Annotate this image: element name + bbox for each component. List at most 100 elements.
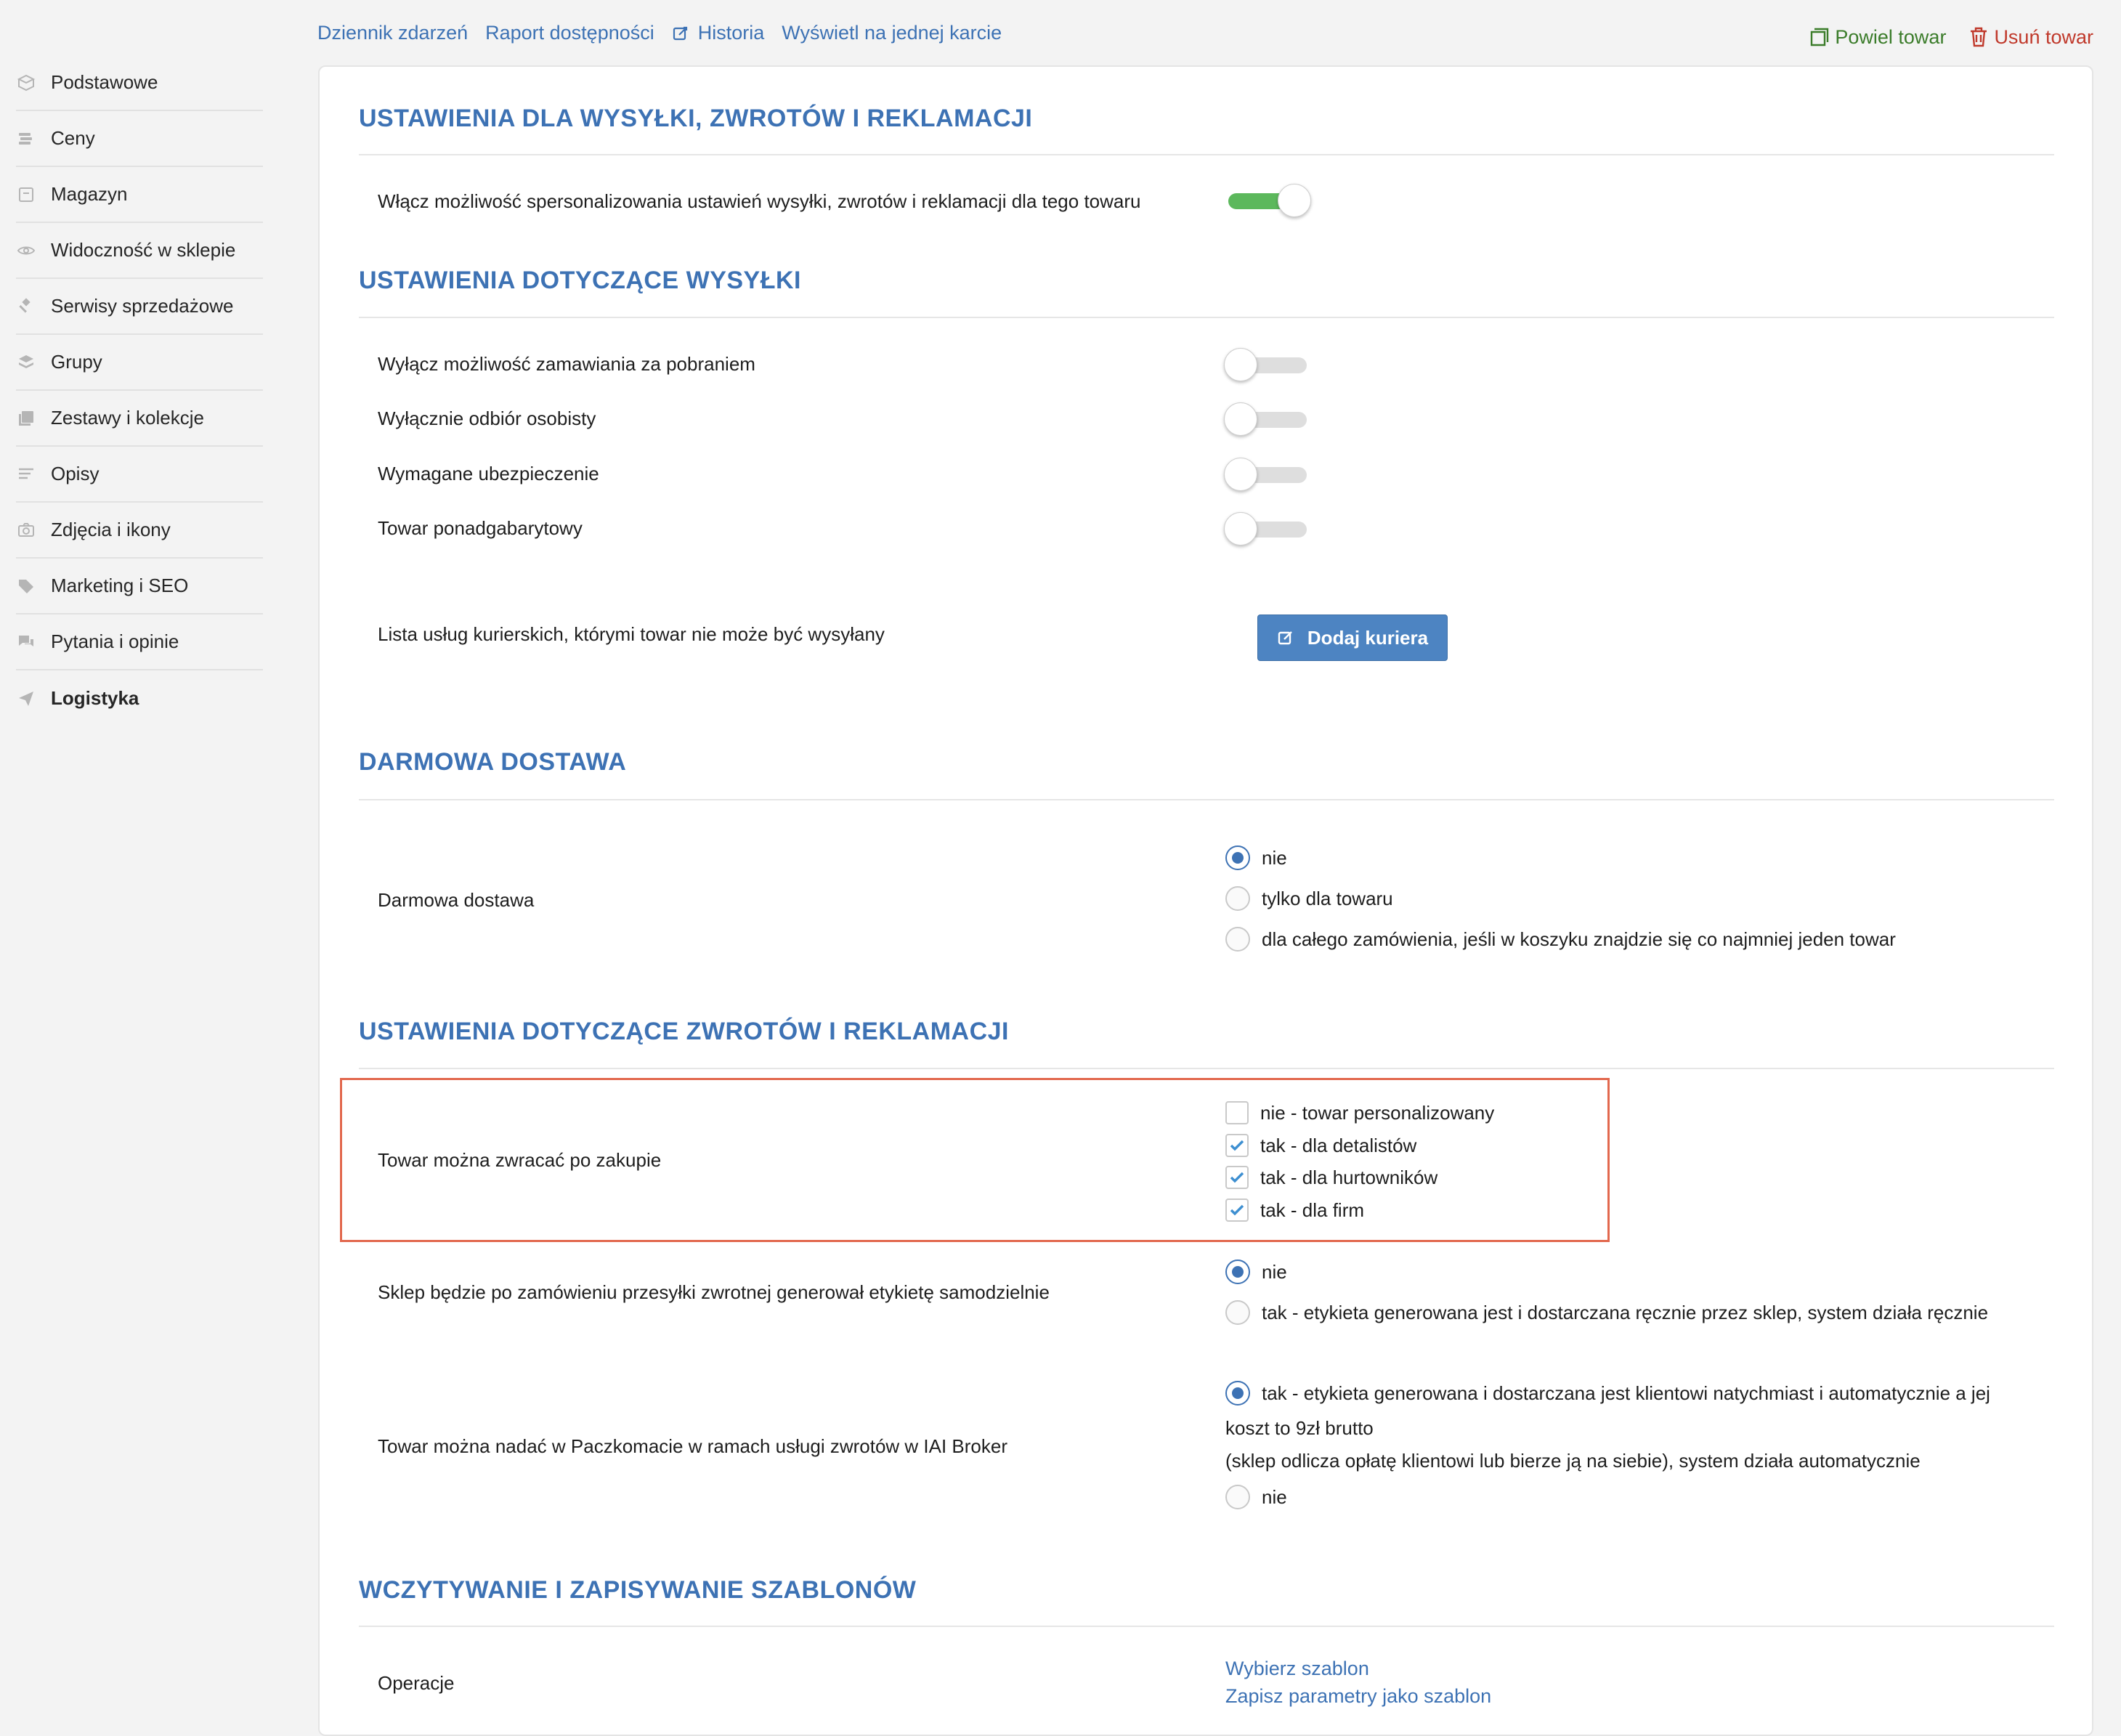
returnable-option-personalized[interactable]: nie - towar personalizowany bbox=[1225, 1101, 1494, 1124]
checkbox[interactable] bbox=[1225, 1198, 1249, 1222]
returnable-label: Towar można zwracać po zakupie bbox=[378, 1149, 662, 1171]
sidebar-item-label: Podstawowe bbox=[51, 71, 158, 93]
free-delivery-option-no[interactable]: nie bbox=[1225, 845, 1287, 870]
section-title-templates: WCZYTYWANIE I ZAPISYWANIE SZABLONÓW bbox=[359, 1576, 917, 1604]
trash-icon bbox=[1971, 27, 1987, 47]
sidebar-item-label: Zestawy i kolekcje bbox=[51, 407, 204, 429]
divider bbox=[359, 1626, 2054, 1627]
free-delivery-option-order[interactable]: dla całego zamówienia, jeśli w koszyku z… bbox=[1225, 927, 1896, 952]
sidebar-item-label: Ceny bbox=[51, 127, 95, 149]
label-generation-option-manual[interactable]: tak - etykieta generowana jest i dostarc… bbox=[1225, 1300, 1988, 1325]
top-links: Dziennik zdarzeń Raport dostępności Hist… bbox=[317, 22, 1019, 44]
sidebar-item-label: Grupy bbox=[51, 351, 102, 373]
checkmark-icon bbox=[1230, 1140, 1244, 1151]
radio-label: tak - etykieta generowana i dostarczana … bbox=[1262, 1382, 1990, 1404]
sidebar-item-ceny[interactable]: Ceny bbox=[16, 111, 263, 167]
sidebar-item-label: Zdjęcia i ikony bbox=[51, 519, 171, 540]
add-courier-button[interactable]: Dodaj kuriera bbox=[1257, 615, 1448, 661]
paczkomat-option-no[interactable]: nie bbox=[1225, 1485, 1287, 1509]
radio-label: nie bbox=[1262, 846, 1287, 869]
availability-report-link[interactable]: Raport dostępności bbox=[485, 22, 654, 44]
checkbox[interactable] bbox=[1225, 1101, 1249, 1124]
radio-label: tylko dla towaru bbox=[1262, 887, 1393, 909]
returnable-option-wholesale[interactable]: tak - dla hurtowników bbox=[1225, 1166, 1437, 1189]
checkbox[interactable] bbox=[1225, 1166, 1249, 1189]
radio-button[interactable] bbox=[1225, 845, 1250, 870]
choose-template-link[interactable]: Wybierz szablon bbox=[1225, 1658, 1369, 1680]
radio-button[interactable] bbox=[1225, 1300, 1250, 1325]
pickup-only-toggle[interactable] bbox=[1224, 402, 1311, 437]
checkbox[interactable] bbox=[1225, 1134, 1249, 1157]
edit-icon bbox=[673, 26, 687, 40]
sidebar: Podstawowe Ceny Magazyn Widoczność w skl… bbox=[0, 55, 263, 726]
layers-icon bbox=[16, 352, 36, 373]
paczkomat-option-yes-continued: koszt to 9zł brutto (sklep odlicza opłat… bbox=[1225, 1412, 1921, 1477]
sidebar-item-label: Serwisy sprzedażowe bbox=[51, 295, 234, 317]
radio-label: nie bbox=[1262, 1260, 1287, 1283]
oversize-label: Towar ponadgabarytowy bbox=[378, 517, 583, 539]
event-log-link[interactable]: Dziennik zdarzeń bbox=[317, 22, 468, 44]
oversize-toggle[interactable] bbox=[1224, 511, 1311, 546]
paczkomat-cost-text: koszt to 9zł brutto bbox=[1225, 1417, 1374, 1439]
label-generation-option-no[interactable]: nie bbox=[1225, 1260, 1287, 1284]
returnable-option-retail[interactable]: tak - dla detalistów bbox=[1225, 1134, 1416, 1157]
divider bbox=[359, 1068, 2054, 1069]
sidebar-item-grupy[interactable]: Grupy bbox=[16, 335, 263, 391]
sidebar-item-label: Pytania i opinie bbox=[51, 630, 179, 652]
divider bbox=[359, 317, 2054, 318]
cod-disable-label: Wyłącz możliwość zamawiania za pobraniem bbox=[378, 353, 755, 375]
personalize-label: Włącz możliwość spersonalizowania ustawi… bbox=[378, 190, 1141, 212]
sidebar-item-opisy[interactable]: Opisy bbox=[16, 447, 263, 503]
free-delivery-option-product[interactable]: tylko dla towaru bbox=[1225, 886, 1393, 911]
camera-icon bbox=[16, 520, 36, 540]
delete-product-label: Usuń towar bbox=[1994, 25, 2093, 48]
text-icon bbox=[16, 464, 36, 484]
add-courier-label: Dodaj kuriera bbox=[1307, 626, 1429, 649]
sidebar-item-magazyn[interactable]: Magazyn bbox=[16, 167, 263, 223]
section-title-free-delivery: DARMOWA DOSTAWA bbox=[359, 748, 627, 776]
divider bbox=[359, 154, 2054, 155]
personalize-toggle[interactable] bbox=[1224, 183, 1311, 218]
returnable-option-companies[interactable]: tak - dla firm bbox=[1225, 1198, 1364, 1222]
paczkomat-label: Towar można nadać w Paczkomacie w ramach… bbox=[378, 1435, 1007, 1457]
sidebar-item-serwisy[interactable]: Serwisy sprzedażowe bbox=[16, 279, 263, 335]
history-link-label: Historia bbox=[697, 22, 765, 44]
sidebar-item-logistyka[interactable]: Logistyka bbox=[16, 670, 263, 726]
sidebar-item-podstawowe[interactable]: Podstawowe bbox=[16, 55, 263, 111]
radio-button[interactable] bbox=[1225, 927, 1250, 952]
checkmark-icon bbox=[1230, 1172, 1244, 1183]
radio-label: nie bbox=[1262, 1485, 1287, 1508]
sidebar-item-zdjecia[interactable]: Zdjęcia i ikony bbox=[16, 503, 263, 559]
operations-label: Operacje bbox=[378, 1672, 455, 1694]
sidebar-item-label: Opisy bbox=[51, 463, 100, 484]
copy-product-label: Powiel towar bbox=[1835, 25, 1947, 48]
pickup-only-label: Wyłącznie odbiór osobisty bbox=[378, 407, 596, 429]
paczkomat-option-yes[interactable]: tak - etykieta generowana i dostarczana … bbox=[1225, 1381, 1990, 1406]
copy-product-button[interactable]: Powiel towar bbox=[1807, 25, 1946, 49]
section-title-returns: USTAWIENIA DOTYCZĄCE ZWROTÓW I REKLAMACJ… bbox=[359, 1018, 1010, 1045]
checkbox-label: nie - towar personalizowany bbox=[1260, 1101, 1495, 1124]
radio-button[interactable] bbox=[1225, 1381, 1250, 1406]
sidebar-item-marketing[interactable]: Marketing i SEO bbox=[16, 559, 263, 615]
product-actions: Powiel towar Usuń towar bbox=[1787, 25, 2093, 49]
checkbox-label: tak - dla detalistów bbox=[1260, 1134, 1417, 1156]
radio-button[interactable] bbox=[1225, 1485, 1250, 1509]
sidebar-item-label: Logistyka bbox=[51, 687, 139, 709]
section-title-shipping-returns: USTAWIENIA DLA WYSYŁKI, ZWROTÓW I REKLAM… bbox=[359, 105, 1033, 132]
history-link[interactable]: Historia bbox=[672, 22, 765, 44]
checkbox-label: tak - dla firm bbox=[1260, 1198, 1365, 1221]
save-template-link[interactable]: Zapisz parametry jako szablon bbox=[1225, 1685, 1491, 1708]
cod-disable-toggle[interactable] bbox=[1224, 347, 1311, 382]
radio-label: dla całego zamówienia, jeśli w koszyku z… bbox=[1262, 928, 1896, 950]
sidebar-item-pytania[interactable]: Pytania i opinie bbox=[16, 615, 263, 670]
radio-button[interactable] bbox=[1225, 886, 1250, 911]
single-card-view-link[interactable]: Wyświetl na jednej karcie bbox=[782, 22, 1002, 44]
divider bbox=[359, 799, 2054, 800]
delete-product-button[interactable]: Usuń towar bbox=[1966, 25, 2093, 49]
sidebar-item-widocznosc[interactable]: Widoczność w sklepie bbox=[16, 223, 263, 279]
excluded-couriers-label: Lista usług kurierskich, którymi towar n… bbox=[378, 623, 885, 645]
insurance-toggle[interactable] bbox=[1224, 457, 1311, 492]
logistics-panel: USTAWIENIA DLA WYSYŁKI, ZWROTÓW I REKLAM… bbox=[318, 65, 2093, 1736]
radio-button[interactable] bbox=[1225, 1260, 1250, 1284]
sidebar-item-zestawy[interactable]: Zestawy i kolekcje bbox=[16, 391, 263, 447]
